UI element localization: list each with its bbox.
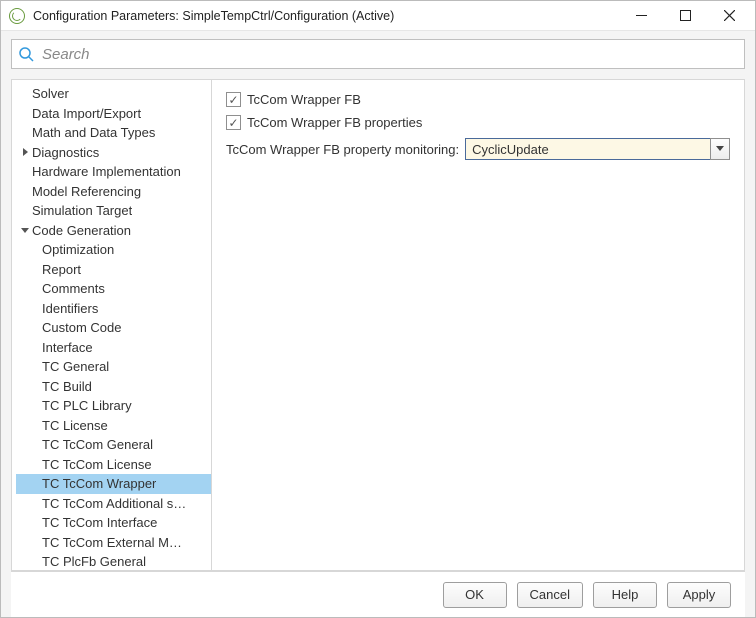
search-input[interactable] — [40, 45, 738, 64]
tree-item-label: Solver — [32, 84, 69, 104]
tree-item-label: Identifiers — [42, 299, 98, 319]
tree-item[interactable]: Optimization — [16, 240, 211, 260]
tree-item[interactable]: Data Import/Export — [16, 104, 211, 124]
tree-item-label: Hardware Implementation — [32, 162, 181, 182]
triangle-right-icon — [20, 147, 30, 157]
maximize-button[interactable] — [663, 1, 707, 31]
tree-item[interactable]: TC License — [16, 416, 211, 436]
tree-item[interactable]: Comments — [16, 279, 211, 299]
tree-item[interactable]: TC TcCom Additional s… — [16, 494, 211, 514]
tree-item[interactable]: TC Build — [16, 377, 211, 397]
settings-panel: TcCom Wrapper FB TcCom Wrapper FB proper… — [212, 80, 744, 570]
tree-item-label: Custom Code — [42, 318, 121, 338]
tree-item[interactable]: TC PlcFb General — [16, 552, 211, 570]
apply-button[interactable]: Apply — [667, 582, 731, 608]
close-icon — [724, 10, 735, 21]
tree-item-label: Data Import/Export — [32, 104, 141, 124]
tree-item-label: TC PLC Library — [42, 396, 132, 416]
checkbox-row-wrapper-fb: TcCom Wrapper FB — [226, 92, 730, 107]
maximize-icon — [680, 10, 691, 21]
tree-item-label: TC TcCom Wrapper — [42, 474, 156, 494]
chevron-down-icon — [716, 146, 724, 152]
dialog-footer: OK Cancel Help Apply — [11, 571, 745, 617]
tree-item-label: TC TcCom General — [42, 435, 153, 455]
main-split: SolverData Import/ExportMath and Data Ty… — [11, 79, 745, 571]
tree-item-label: TC TcCom Additional s… — [42, 494, 186, 514]
nav-tree[interactable]: SolverData Import/ExportMath and Data Ty… — [12, 80, 212, 570]
tree-item[interactable]: Model Referencing — [16, 182, 211, 202]
tree-item-label: Comments — [42, 279, 105, 299]
help-button[interactable]: Help — [593, 582, 657, 608]
tree-item-label: Report — [42, 260, 81, 280]
combo-monitoring-value: CyclicUpdate — [465, 138, 710, 160]
combo-monitoring-arrow[interactable] — [710, 138, 730, 160]
ok-button[interactable]: OK — [443, 582, 507, 608]
tree-item-label: TC General — [42, 357, 109, 377]
combo-monitoring-label: TcCom Wrapper FB property monitoring: — [226, 142, 459, 157]
checkbox-wrapper-fb-props-label: TcCom Wrapper FB properties — [247, 115, 422, 130]
tree-item[interactable]: Code Generation — [16, 221, 211, 241]
client-area: SolverData Import/ExportMath and Data Ty… — [1, 31, 755, 617]
window-controls — [619, 1, 751, 31]
tree-item-label: Interface — [42, 338, 93, 358]
search-box[interactable] — [11, 39, 745, 69]
window-title: Configuration Parameters: SimpleTempCtrl… — [33, 9, 619, 23]
app-icon — [9, 8, 25, 24]
tree-item-label: Diagnostics — [32, 143, 99, 163]
tree-item[interactable]: Solver — [16, 84, 211, 104]
tree-item[interactable]: TC TcCom Interface — [16, 513, 211, 533]
tree-item[interactable]: TC General — [16, 357, 211, 377]
checkbox-row-wrapper-fb-props: TcCom Wrapper FB properties — [226, 115, 730, 130]
cancel-button[interactable]: Cancel — [517, 582, 583, 608]
tree-item[interactable]: TC TcCom External M… — [16, 533, 211, 553]
combo-row-monitoring: TcCom Wrapper FB property monitoring: Cy… — [226, 138, 730, 160]
tree-item[interactable]: Diagnostics — [16, 143, 211, 163]
tree-item[interactable]: Identifiers — [16, 299, 211, 319]
tree-item-label: TC TcCom License — [42, 455, 152, 475]
tree-item[interactable]: Math and Data Types — [16, 123, 211, 143]
tree-item-label: Simulation Target — [32, 201, 132, 221]
close-button[interactable] — [707, 1, 751, 31]
tree-item-label: TC Build — [42, 377, 92, 397]
search-icon — [18, 46, 34, 62]
triangle-down-icon — [20, 225, 30, 235]
tree-item-label: TC TcCom Interface — [42, 513, 157, 533]
checkbox-wrapper-fb[interactable] — [226, 92, 241, 107]
tree-item[interactable]: Simulation Target — [16, 201, 211, 221]
tree-item-label: Optimization — [42, 240, 114, 260]
titlebar: Configuration Parameters: SimpleTempCtrl… — [1, 1, 755, 31]
tree-item[interactable]: Custom Code — [16, 318, 211, 338]
tree-item-label: TC TcCom External M… — [42, 533, 182, 553]
minimize-button[interactable] — [619, 1, 663, 31]
checkbox-wrapper-fb-props[interactable] — [226, 115, 241, 130]
tree-item[interactable]: Interface — [16, 338, 211, 358]
tree-item[interactable]: TC TcCom Wrapper — [16, 474, 211, 494]
tree-item-label: Math and Data Types — [32, 123, 155, 143]
minimize-icon — [636, 10, 647, 21]
tree-item[interactable]: TC TcCom General — [16, 435, 211, 455]
tree-item-label: Model Referencing — [32, 182, 141, 202]
tree-item[interactable]: TC PLC Library — [16, 396, 211, 416]
checkbox-wrapper-fb-label: TcCom Wrapper FB — [247, 92, 361, 107]
combo-monitoring[interactable]: CyclicUpdate — [465, 138, 730, 160]
tree-item-label: Code Generation — [32, 221, 131, 241]
tree-item-label: TC PlcFb General — [42, 552, 146, 570]
tree-item[interactable]: Hardware Implementation — [16, 162, 211, 182]
tree-item-label: TC License — [42, 416, 108, 436]
tree-item[interactable]: TC TcCom License — [16, 455, 211, 475]
tree-item[interactable]: Report — [16, 260, 211, 280]
